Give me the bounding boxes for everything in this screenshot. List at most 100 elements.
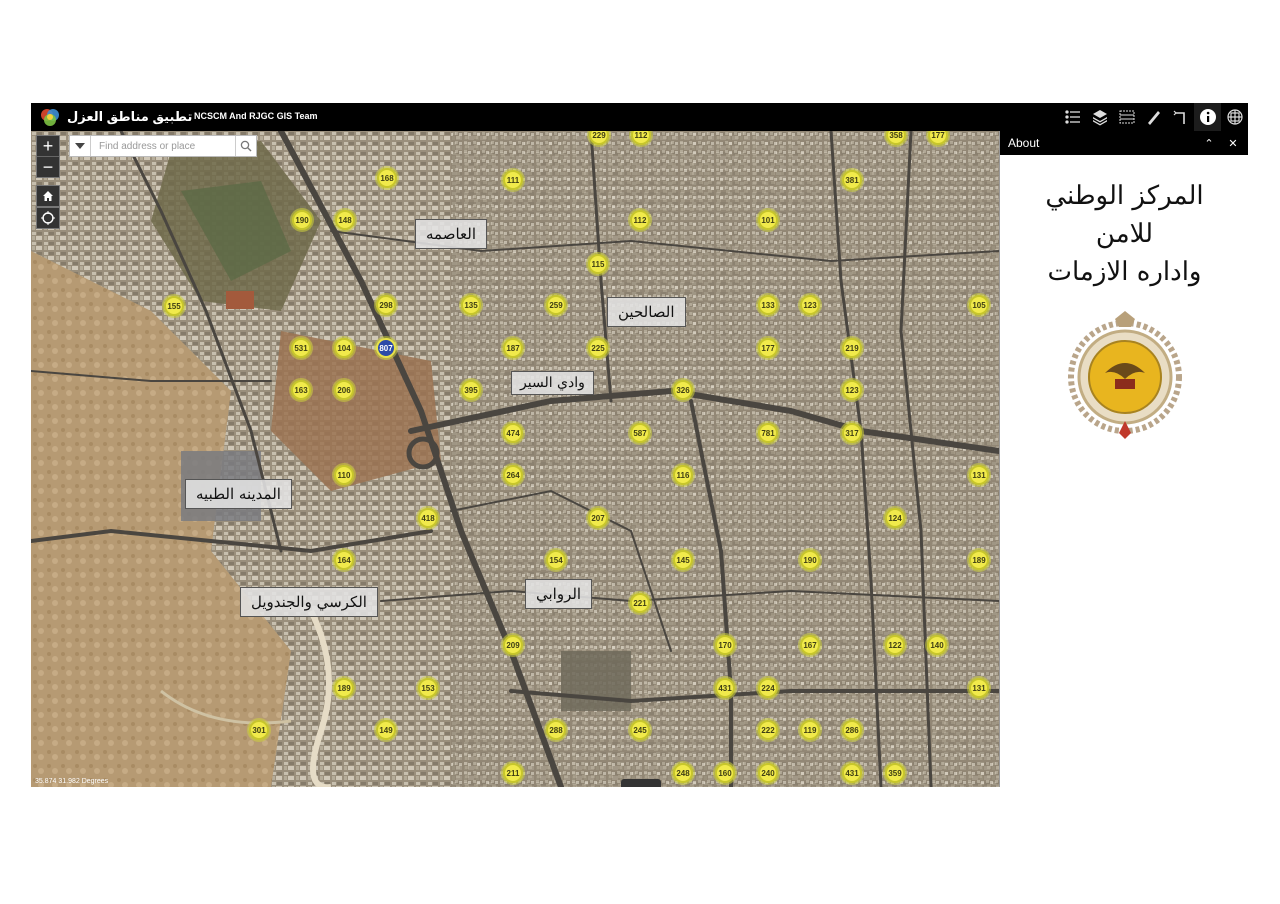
cluster-marker[interactable]: 189: [969, 550, 989, 570]
cluster-marker[interactable]: 807: [376, 338, 396, 358]
place-label-alrawabi: الروابي: [525, 579, 593, 609]
cluster-marker[interactable]: 240: [758, 763, 778, 783]
layers-icon: [1092, 110, 1107, 126]
cluster-marker[interactable]: 131: [969, 465, 989, 485]
cluster-marker[interactable]: 190: [292, 210, 312, 230]
cluster-marker[interactable]: 190: [800, 550, 820, 570]
cluster-marker[interactable]: 209: [503, 635, 523, 655]
search-button[interactable]: [235, 136, 256, 156]
cluster-marker[interactable]: 163: [291, 380, 311, 400]
home-button[interactable]: [36, 185, 60, 207]
cluster-marker[interactable]: 124: [885, 508, 905, 528]
cluster-marker[interactable]: 189: [334, 678, 354, 698]
app-title: تطبيق مناطق العزل: [67, 109, 193, 124]
zoom-out-button[interactable]: −: [37, 156, 59, 177]
cluster-marker[interactable]: 531: [291, 338, 311, 358]
cluster-marker[interactable]: 131: [969, 678, 989, 698]
toolbar: [1059, 103, 1248, 131]
cluster-marker[interactable]: 781: [758, 423, 778, 443]
cluster-marker[interactable]: 168: [377, 168, 397, 188]
directions-button[interactable]: [1167, 103, 1194, 131]
search-icon: [240, 140, 252, 152]
zoom-control: + −: [36, 135, 60, 178]
search-widget: [69, 135, 257, 157]
cluster-marker[interactable]: 211: [503, 763, 523, 783]
directions-icon: [1173, 110, 1185, 124]
cluster-marker[interactable]: 259: [546, 295, 566, 315]
cluster-marker[interactable]: 153: [418, 678, 438, 698]
cluster-marker[interactable]: 123: [800, 295, 820, 315]
cluster-marker[interactable]: 431: [715, 678, 735, 698]
cluster-marker[interactable]: 245: [630, 720, 650, 740]
cluster-marker[interactable]: 418: [418, 508, 438, 528]
cluster-marker[interactable]: 164: [334, 550, 354, 570]
measure-button[interactable]: [1140, 103, 1167, 131]
cluster-marker[interactable]: 115: [588, 254, 608, 274]
locate-button[interactable]: [36, 207, 60, 229]
search-source-dropdown[interactable]: [70, 136, 91, 156]
cluster-marker[interactable]: 133: [758, 295, 778, 315]
cluster-marker[interactable]: 317: [842, 423, 862, 443]
cluster-marker[interactable]: 140: [927, 635, 947, 655]
cluster-marker[interactable]: 286: [842, 720, 862, 740]
collapse-panel-button[interactable]: ⌃: [1201, 137, 1217, 150]
cluster-marker[interactable]: 122: [885, 635, 905, 655]
search-input[interactable]: [91, 137, 235, 155]
cluster-marker[interactable]: 123: [842, 380, 862, 400]
place-label-alasimah: العاصمه: [415, 219, 487, 249]
cluster-marker[interactable]: 119: [800, 720, 820, 740]
attribute-table-icon: [1119, 110, 1134, 124]
cluster-marker[interactable]: 135: [461, 295, 481, 315]
cluster-marker[interactable]: 222: [758, 720, 778, 740]
cluster-marker[interactable]: 207: [588, 508, 608, 528]
cluster-marker[interactable]: 298: [376, 295, 396, 315]
cluster-marker[interactable]: 431: [842, 763, 862, 783]
cluster-marker[interactable]: 155: [164, 296, 184, 316]
attribute-panel-toggle[interactable]: [621, 779, 661, 787]
close-panel-button[interactable]: ✕: [1225, 137, 1241, 150]
cluster-marker[interactable]: 160: [715, 763, 735, 783]
locate-icon: [41, 211, 55, 225]
cluster-marker[interactable]: 587: [630, 423, 650, 443]
map-view[interactable]: + − Find address or place العاصمه الصالح…: [31, 131, 999, 787]
cluster-marker[interactable]: 145: [673, 550, 693, 570]
cluster-marker[interactable]: 474: [503, 423, 523, 443]
place-label-alsaliheen: الصالحين: [607, 297, 686, 327]
cluster-marker[interactable]: 187: [503, 338, 523, 358]
app-window: تطبيق مناطق العزل NCSCM And RJGC GIS Tea…: [31, 103, 1248, 787]
measure-icon: [1147, 111, 1160, 125]
basemap-gallery-button[interactable]: [1221, 103, 1248, 131]
cluster-marker[interactable]: 148: [335, 210, 355, 230]
cluster-marker[interactable]: 104: [334, 338, 354, 358]
cluster-marker[interactable]: 154: [546, 550, 566, 570]
cluster-marker[interactable]: 177: [758, 338, 778, 358]
cluster-marker[interactable]: 170: [715, 635, 735, 655]
cluster-marker[interactable]: 219: [842, 338, 862, 358]
cluster-marker[interactable]: 301: [249, 720, 269, 740]
attribute-table-button[interactable]: [1113, 103, 1140, 131]
cluster-marker[interactable]: 110: [334, 465, 354, 485]
cluster-marker[interactable]: 101: [758, 210, 778, 230]
cluster-marker[interactable]: 381: [842, 170, 862, 190]
legend-button[interactable]: [1059, 103, 1086, 131]
cluster-marker[interactable]: 149: [376, 720, 396, 740]
about-line: واداره الازمات: [1047, 257, 1202, 287]
cluster-marker[interactable]: 326: [673, 380, 693, 400]
cluster-marker[interactable]: 116: [673, 465, 693, 485]
cluster-marker[interactable]: 206: [334, 380, 354, 400]
about-button[interactable]: [1194, 103, 1221, 131]
cluster-marker[interactable]: 111: [503, 170, 523, 190]
cluster-marker[interactable]: 112: [630, 210, 650, 230]
cluster-marker[interactable]: 395: [461, 380, 481, 400]
cluster-marker[interactable]: 105: [969, 295, 989, 315]
layers-button[interactable]: [1086, 103, 1113, 131]
cluster-marker[interactable]: 167: [800, 635, 820, 655]
cluster-marker[interactable]: 288: [546, 720, 566, 740]
cluster-marker[interactable]: 225: [588, 338, 608, 358]
cluster-marker[interactable]: 221: [630, 593, 650, 613]
cluster-marker[interactable]: 264: [503, 465, 523, 485]
cluster-marker[interactable]: 359: [885, 763, 905, 783]
zoom-in-button[interactable]: +: [37, 136, 59, 156]
cluster-marker[interactable]: 248: [673, 763, 693, 783]
cluster-marker[interactable]: 224: [758, 678, 778, 698]
